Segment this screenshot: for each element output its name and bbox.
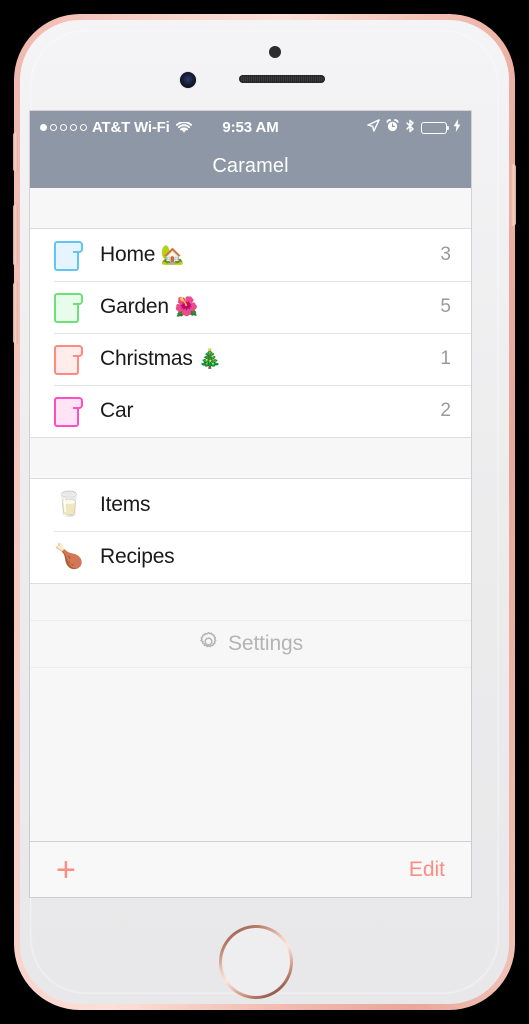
home-button[interactable] [219, 925, 293, 999]
list-item-count: 3 [440, 244, 451, 265]
section-spacer-bottom [30, 583, 471, 620]
hibiscus-emoji: 🌺 [174, 297, 199, 318]
list-item-count: 2 [440, 400, 451, 421]
battery-icon [421, 121, 450, 134]
earpiece-speaker-icon [239, 75, 325, 83]
alarm-clock-icon [386, 119, 399, 136]
list-item[interactable]: Christmas 🎄 1 [30, 333, 471, 385]
list-item-label: Home 🏡 [100, 243, 185, 266]
front-camera-icon [180, 72, 196, 88]
list-page-icon [54, 238, 84, 272]
bottom-toolbar: + Edit [30, 841, 471, 897]
lists-section: Home 🏡 3 Garden 🌺 5 Christmas 🎄 1 Car 2 [30, 229, 471, 437]
list-item[interactable]: Garden 🌺 5 [30, 281, 471, 333]
settings-label: Settings [227, 632, 304, 655]
list-item-label: Garden 🌺 [100, 295, 199, 318]
list-page-icon [54, 342, 84, 376]
list-item-label: Car [100, 399, 134, 422]
list-item-label: Items [100, 493, 151, 516]
list-item-count: 1 [440, 348, 451, 369]
edit-button[interactable]: Edit [409, 858, 445, 882]
roast-turkey-icon: 🍗 [54, 543, 84, 570]
home-button-ring [219, 925, 293, 999]
section-header-spacer-top [30, 188, 471, 229]
christmas-tree-emoji: 🎄 [198, 349, 222, 370]
house-emoji: 🏡 [160, 245, 185, 266]
page-title: Caramel [212, 154, 289, 177]
proximity-sensor-icon [269, 46, 281, 58]
list-item[interactable]: Home 🏡 3 [30, 229, 471, 281]
phone-screen: AT&T Wi-Fi 9:53 AM Caramel Home 🏡 3 Gard… [30, 111, 471, 897]
list-item-count: 5 [440, 296, 451, 317]
list-item-label: Recipes [100, 545, 175, 568]
settings-button[interactable]: Settings [30, 620, 471, 668]
volume-down-button[interactable] [13, 282, 18, 344]
volume-up-button[interactable] [13, 204, 18, 266]
list-page-icon [54, 394, 84, 428]
mute-switch[interactable] [13, 132, 18, 172]
library-section: 🥛 Items 🍗 Recipes [30, 479, 471, 583]
lightning-bolt-icon [453, 119, 461, 136]
status-bar: AT&T Wi-Fi 9:53 AM [30, 111, 471, 144]
gear-icon [198, 631, 219, 657]
navigation-bar: Caramel [30, 144, 471, 188]
section-spacer-middle [30, 437, 471, 479]
add-list-button[interactable]: + [56, 853, 76, 887]
list-item[interactable]: 🍗 Recipes [30, 531, 471, 583]
status-bar-right [367, 119, 461, 137]
list-item[interactable]: 🥛 Items [30, 479, 471, 531]
location-arrow-icon [367, 119, 380, 136]
list-page-icon [54, 290, 84, 324]
bluetooth-icon [405, 119, 415, 137]
list-item[interactable]: Car 2 [30, 385, 471, 437]
table-view: Home 🏡 3 Garden 🌺 5 Christmas 🎄 1 Car 2 … [30, 188, 471, 897]
power-button[interactable] [511, 164, 516, 226]
milk-bread-icon: 🥛 [54, 491, 84, 518]
list-item-label: Christmas 🎄 [100, 347, 222, 370]
